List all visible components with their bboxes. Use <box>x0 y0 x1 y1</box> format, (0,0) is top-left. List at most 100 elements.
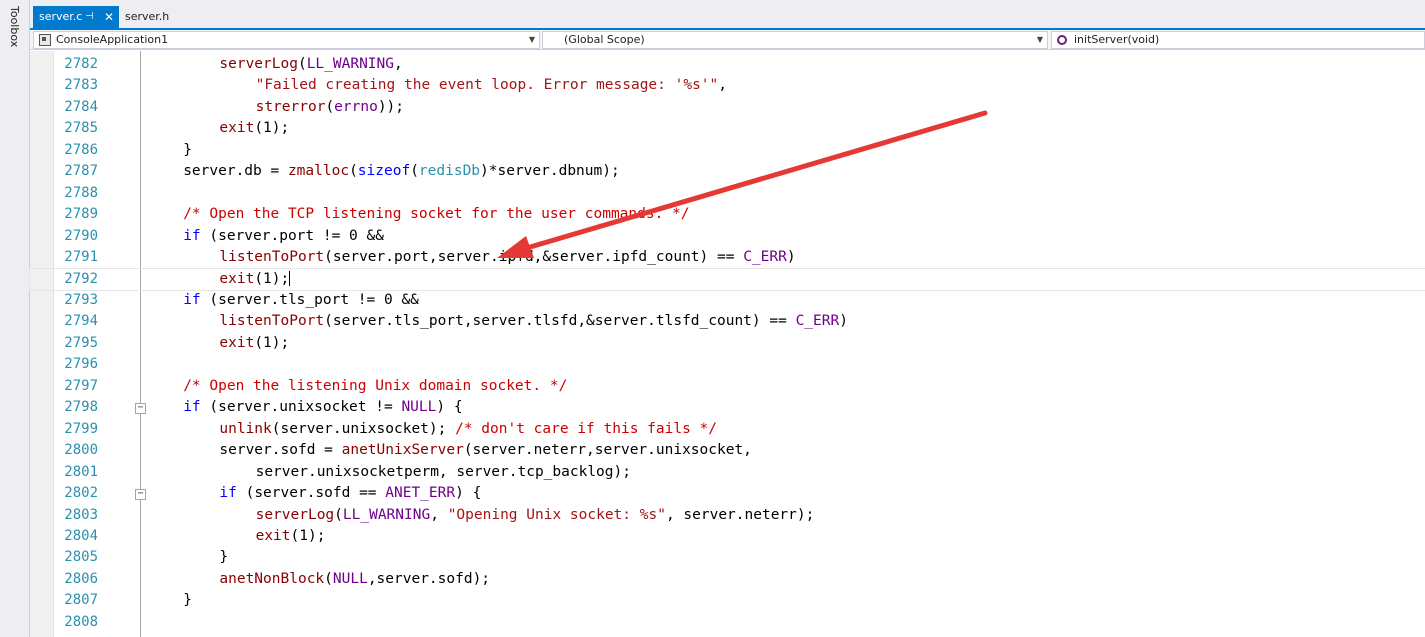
line-number: 2789 <box>64 206 98 223</box>
code-line[interactable]: 2782 serverLog(LL_WARNING, <box>30 54 1425 75</box>
code-line[interactable]: 2793 if (server.tls_port != 0 && <box>30 290 1425 311</box>
line-number: 2808 <box>64 613 98 630</box>
line-number: 2787 <box>64 163 98 180</box>
function-dropdown-value: initServer(void) <box>1074 33 1160 46</box>
collapse-icon[interactable]: − <box>135 489 146 501</box>
code-text[interactable]: exit(1); <box>147 526 326 547</box>
chevron-down-icon: ▼ <box>1036 35 1043 44</box>
navigation-bar: ConsoleApplication1 ▼ (Global Scope) ▼ i… <box>30 30 1425 50</box>
code-line[interactable]: 2787 server.db = zmalloc(sizeof(redisDb)*… <box>30 161 1425 182</box>
line-number: 2795 <box>64 334 98 351</box>
code-line[interactable]: 2808 <box>30 612 1425 633</box>
line-number: 2803 <box>64 506 98 523</box>
line-number: 2791 <box>64 249 98 266</box>
document-tab-bar: server.c ⊣ ✕ server.h <box>30 0 1425 30</box>
code-line[interactable]: 2790 if (server.port != 0 && <box>30 226 1425 247</box>
line-number: 2784 <box>64 98 98 115</box>
text-caret <box>289 271 291 287</box>
tab-server-h[interactable]: server.h <box>119 6 175 28</box>
code-line[interactable]: 2796 <box>30 354 1425 375</box>
line-number: 2806 <box>64 570 98 587</box>
tab-label: server.c <box>39 10 83 23</box>
toolbox-panel[interactable]: Toolbox <box>0 0 30 637</box>
line-number: 2799 <box>64 420 98 437</box>
code-text[interactable]: /* Open the TCP listening socket for the… <box>147 204 689 225</box>
project-dropdown[interactable]: ConsoleApplication1 ▼ <box>33 31 540 49</box>
line-number: 2805 <box>64 549 98 566</box>
code-text[interactable]: serverLog(LL_WARNING, <box>147 54 402 75</box>
code-line[interactable]: 2806 anetNonBlock(NULL,server.sofd); <box>30 569 1425 590</box>
code-text[interactable]: exit(1); <box>147 269 291 290</box>
line-number: 2785 <box>64 120 98 137</box>
line-number: 2788 <box>64 184 98 201</box>
line-number: 2797 <box>64 377 98 394</box>
code-text[interactable]: if (server.unixsocket != NULL) { <box>147 397 462 418</box>
code-editor[interactable]: 2782 serverLog(LL_WARNING, 2783 "Failed cre… <box>29 51 1425 637</box>
code-text[interactable]: } <box>147 547 228 568</box>
code-line[interactable]: 2797 /* Open the listening Unix domain so… <box>30 376 1425 397</box>
line-number: 2796 <box>64 356 98 373</box>
code-line[interactable]: 2789 /* Open the TCP listening socket for… <box>30 204 1425 225</box>
code-line[interactable]: 2805} <box>30 547 1425 568</box>
project-icon <box>39 34 51 46</box>
chevron-down-icon: ▼ <box>528 35 535 44</box>
code-text[interactable]: } <box>147 140 192 161</box>
line-number: 2807 <box>64 592 98 609</box>
code-text[interactable]: listenToPort(server.port,server.ipfd,&se… <box>147 247 795 268</box>
line-number: 2794 <box>64 313 98 330</box>
line-number: 2800 <box>64 442 98 459</box>
tab-server-c[interactable]: server.c ⊣ ✕ <box>33 6 119 28</box>
line-number: 2786 <box>64 141 98 158</box>
pin-icon[interactable]: ⊣ <box>85 6 94 28</box>
code-text[interactable]: server.db = zmalloc(sizeof(redisDb)*serv… <box>147 161 620 182</box>
code-lines: 2782 serverLog(LL_WARNING, 2783 "Failed cre… <box>29 54 1425 633</box>
code-line[interactable]: 2791 listenToPort(server.port,server.ipfd… <box>30 247 1425 268</box>
code-text[interactable]: } <box>147 590 192 611</box>
code-line[interactable]: 2786} <box>30 140 1425 161</box>
code-text[interactable]: serverLog(LL_WARNING, "Opening Unix sock… <box>147 505 815 526</box>
function-dropdown[interactable]: initServer(void) <box>1051 31 1425 49</box>
code-line[interactable]: 2783 "Failed creating the event loop. Err… <box>30 75 1425 96</box>
code-line[interactable]: 2804 exit(1); <box>30 526 1425 547</box>
code-text[interactable]: anetNonBlock(NULL,server.sofd); <box>147 569 490 590</box>
code-line[interactable]: 2792 exit(1); <box>29 267 1425 292</box>
line-number: 2792 <box>64 270 98 287</box>
code-line[interactable]: 2800 server.sofd = anetUnixServer(server.… <box>30 440 1425 461</box>
line-number: 2802 <box>64 485 98 502</box>
code-text[interactable]: exit(1); <box>147 118 289 139</box>
code-line[interactable]: 2784 strerror(errno)); <box>30 97 1425 118</box>
code-text[interactable]: if (server.tls_port != 0 && <box>147 290 419 311</box>
code-line[interactable]: 2788 <box>30 183 1425 204</box>
line-number: 2793 <box>64 291 98 308</box>
code-text[interactable]: if (server.port != 0 && <box>147 226 384 247</box>
code-line[interactable]: 2795 exit(1); <box>30 333 1425 354</box>
scope-dropdown[interactable]: (Global Scope) ▼ <box>542 31 1048 49</box>
code-text[interactable]: /* Open the listening Unix domain socket… <box>147 376 567 397</box>
code-line[interactable]: 2803 serverLog(LL_WARNING, "Opening Unix … <box>30 505 1425 526</box>
close-icon[interactable]: ✕ <box>104 6 114 28</box>
code-text[interactable]: strerror(errno)); <box>147 97 404 118</box>
line-number: 2790 <box>64 227 98 244</box>
code-text[interactable]: "Failed creating the event loop. Error m… <box>147 75 727 96</box>
collapse-icon[interactable]: − <box>135 403 146 415</box>
code-text[interactable]: exit(1); <box>147 333 289 354</box>
line-number: 2801 <box>64 463 98 480</box>
code-line[interactable]: 2798 − if (server.unixsocket != NULL) { <box>30 397 1425 418</box>
line-number: 2798 <box>64 399 98 416</box>
code-line[interactable]: 2807} <box>30 590 1425 611</box>
code-text[interactable]: listenToPort(server.tls_port,server.tlsf… <box>147 311 848 332</box>
code-text[interactable]: server.sofd = anetUnixServer(server.nete… <box>147 440 752 461</box>
code-line[interactable]: 2785 exit(1); <box>30 118 1425 139</box>
line-number: 2782 <box>64 56 98 72</box>
code-line[interactable]: 2801 server.unixsocketperm, server.tcp_ba… <box>30 462 1425 483</box>
method-icon <box>1057 35 1067 45</box>
toolbox-label[interactable]: Toolbox <box>8 6 21 47</box>
code-line[interactable]: 2799 unlink(server.unixsocket); /* don't … <box>30 419 1425 440</box>
tab-label: server.h <box>125 10 170 23</box>
project-dropdown-value: ConsoleApplication1 <box>56 33 169 46</box>
code-line[interactable]: 2802 − if (server.sofd == ANET_ERR) { <box>30 483 1425 504</box>
code-line[interactable]: 2794 listenToPort(server.tls_port,server.… <box>30 311 1425 332</box>
code-text[interactable]: unlink(server.unixsocket); /* don't care… <box>147 419 717 440</box>
code-text[interactable]: server.unixsocketperm, server.tcp_backlo… <box>147 462 631 483</box>
code-text[interactable]: if (server.sofd == ANET_ERR) { <box>147 483 481 504</box>
